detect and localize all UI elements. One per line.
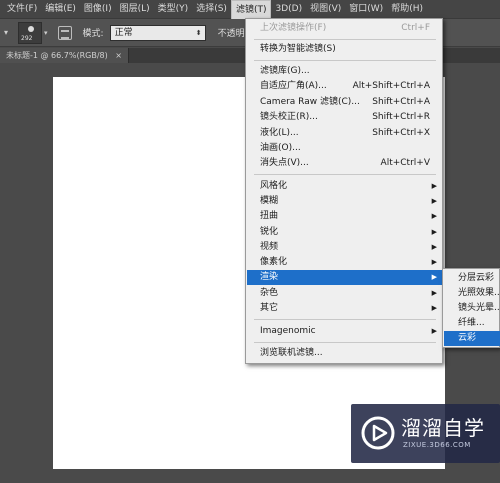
render-lighting-effects[interactable]: 光照效果... <box>444 286 500 301</box>
render-submenu: 分层云彩 光照效果... 镜头光晕... 纤维... 云彩 <box>442 268 500 348</box>
filter-video-label: 视频 <box>260 242 279 252</box>
filter-browse-label: 浏览联机滤镜... <box>260 348 323 358</box>
menu-divider <box>254 60 436 61</box>
filter-stylize[interactable]: 风格化 ▶ <box>247 179 442 194</box>
watermark-subtitle: ZIXUE.3D66.COM <box>403 441 471 449</box>
filter-oil-paint[interactable]: 油画(O)... <box>247 141 442 156</box>
submenu-arrow-icon: ▶ <box>431 197 437 205</box>
menu-window[interactable]: 窗口(W) <box>345 0 387 19</box>
filter-last-filter: 上次滤镜操作(F) Ctrl+F <box>247 21 442 36</box>
brush-panel-toggle-icon[interactable] <box>57 25 72 40</box>
filter-convert-smart-label: 转换为智能滤镜(S) <box>260 44 336 54</box>
filter-oil-label: 油画(O)... <box>260 143 301 153</box>
menu-divider <box>254 174 436 175</box>
watermark-title: 溜溜自学 <box>401 416 485 440</box>
filter-imagenomic-label: Imagenomic <box>260 326 316 336</box>
filter-vanishing-shortcut: Alt+Ctrl+V <box>380 158 430 168</box>
filter-lens-label: 镜头校正(R)... <box>260 112 318 122</box>
filter-sharpen[interactable]: 锐化 ▶ <box>247 225 442 240</box>
filter-other[interactable]: 其它 ▶ <box>247 301 442 316</box>
filter-last-filter-label: 上次滤镜操作(F) <box>260 23 327 33</box>
document-tab[interactable]: 未标题-1 @ 66.7%(RGB/8) × <box>0 48 129 63</box>
menu-layer[interactable]: 图层(L) <box>116 0 154 19</box>
select-arrows-icon: ⬍ <box>195 28 202 37</box>
menu-help[interactable]: 帮助(H) <box>387 0 427 19</box>
menu-image[interactable]: 图像(I) <box>80 0 116 19</box>
document-tab-title: 未标题-1 @ 66.7%(RGB/8) <box>6 51 108 60</box>
filter-other-label: 其它 <box>260 303 279 313</box>
brush-dropdown-icon[interactable]: ▾ <box>44 29 48 37</box>
filter-distort-label: 扭曲 <box>260 211 279 221</box>
filter-camera-raw[interactable]: Camera Raw 滤镜(C)... Shift+Ctrl+A <box>247 95 442 110</box>
filter-liquify-shortcut: Shift+Ctrl+X <box>372 128 430 138</box>
filter-adaptive-label: 自适应广角(A)... <box>260 81 327 91</box>
brush-preset-picker[interactable]: 292 <box>18 21 43 44</box>
filter-camera-raw-label: Camera Raw 滤镜(C)... <box>260 97 360 107</box>
close-icon[interactable]: × <box>115 51 122 60</box>
filter-menu: 上次滤镜操作(F) Ctrl+F 转换为智能滤镜(S) 滤镜库(G)... 自适… <box>245 18 443 364</box>
filter-camera-raw-shortcut: Shift+Ctrl+A <box>372 97 430 107</box>
render-difference-clouds[interactable]: 分层云彩 <box>444 271 500 286</box>
submenu-arrow-icon: ▶ <box>431 212 437 220</box>
render-lens-flare[interactable]: 镜头光晕... <box>444 301 500 316</box>
brush-size: 292 <box>21 34 33 42</box>
submenu-arrow-icon: ▶ <box>431 327 437 335</box>
menu-view[interactable]: 视图(V) <box>306 0 345 19</box>
filter-liquify[interactable]: 液化(L)... Shift+Ctrl+X <box>247 126 442 141</box>
menu-3d[interactable]: 3D(D) <box>271 0 306 19</box>
filter-adaptive-wide-angle[interactable]: 自适应广角(A)... Alt+Shift+Ctrl+A <box>247 79 442 94</box>
menu-select[interactable]: 选择(S) <box>192 0 231 19</box>
mode-select-value: 正常 <box>114 27 133 38</box>
submenu-arrow-icon: ▶ <box>431 258 437 266</box>
filter-pixelate-label: 像素化 <box>260 257 288 267</box>
filter-vanishing-point[interactable]: 消失点(V)... Alt+Ctrl+V <box>247 156 442 171</box>
brush-tip-icon <box>28 25 35 32</box>
filter-gallery[interactable]: 滤镜库(G)... <box>247 64 442 79</box>
filter-blur-label: 模糊 <box>260 196 279 206</box>
filter-distort[interactable]: 扭曲 ▶ <box>247 209 442 224</box>
filter-vanishing-label: 消失点(V)... <box>260 158 309 168</box>
filter-imagenomic[interactable]: Imagenomic ▶ <box>247 324 442 339</box>
filter-stylize-label: 风格化 <box>260 181 288 191</box>
opacity-label: 不透明 <box>217 29 245 39</box>
menu-type[interactable]: 类型(Y) <box>154 0 193 19</box>
submenu-arrow-icon: ▶ <box>431 289 437 297</box>
filter-sharpen-label: 锐化 <box>260 227 279 237</box>
submenu-arrow-icon: ▶ <box>431 228 437 236</box>
filter-gallery-label: 滤镜库(G)... <box>260 66 310 76</box>
submenu-arrow-icon: ▶ <box>431 182 437 190</box>
filter-noise[interactable]: 杂色 ▶ <box>247 286 442 301</box>
filter-convert-smart[interactable]: 转换为智能滤镜(S) <box>247 42 442 57</box>
filter-adaptive-shortcut: Alt+Shift+Ctrl+A <box>352 81 430 91</box>
filter-pixelate[interactable]: 像素化 ▶ <box>247 255 442 270</box>
filter-liquify-label: 液化(L)... <box>260 128 299 138</box>
menu-divider <box>254 342 436 343</box>
mode-select[interactable]: 正常 ⬍ <box>109 24 206 41</box>
filter-last-filter-shortcut: Ctrl+F <box>401 23 430 33</box>
filter-lens-correction[interactable]: 镜头校正(R)... Shift+Ctrl+R <box>247 110 442 125</box>
filter-noise-label: 杂色 <box>260 288 279 298</box>
menu-divider <box>254 39 436 40</box>
menu-filter[interactable]: 滤镜(T) <box>230 0 272 19</box>
filter-blur[interactable]: 模糊 ▶ <box>247 194 442 209</box>
filter-render[interactable]: 渲染 ▶ <box>247 270 442 285</box>
menu-edit[interactable]: 编辑(E) <box>41 0 80 19</box>
submenu-arrow-icon: ▶ <box>431 273 437 281</box>
filter-browse-online[interactable]: 浏览联机滤镜... <box>247 346 442 361</box>
menu-file[interactable]: 文件(F) <box>3 0 41 19</box>
filter-lens-shortcut: Shift+Ctrl+R <box>372 112 430 122</box>
submenu-arrow-icon: ▶ <box>431 243 437 251</box>
play-logo-icon <box>361 416 395 450</box>
tool-preset-dropdown-icon[interactable]: ▾ <box>4 28 8 37</box>
filter-render-label: 渲染 <box>260 272 279 282</box>
render-fibers[interactable]: 纤维... <box>444 316 500 331</box>
watermark: 溜溜自学 ZIXUE.3D66.COM <box>351 404 500 463</box>
submenu-arrow-icon: ▶ <box>431 304 437 312</box>
filter-video[interactable]: 视频 ▶ <box>247 240 442 255</box>
menu-divider <box>254 319 436 320</box>
menu-bar: 文件(F) 编辑(E) 图像(I) 图层(L) 类型(Y) 选择(S) 滤镜(T… <box>0 0 500 19</box>
mode-label: 模式: <box>82 29 104 39</box>
render-clouds[interactable]: 云彩 <box>444 331 500 346</box>
